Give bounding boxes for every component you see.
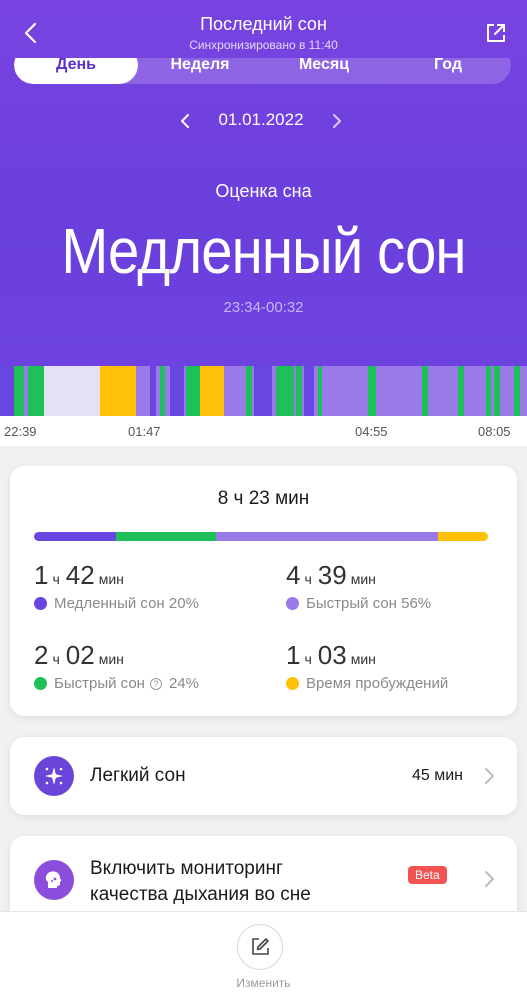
bottom-action-bar: Изменить	[0, 911, 527, 1000]
timeline-segment	[494, 366, 500, 416]
selected-stage-title: Медленный сон	[61, 215, 466, 287]
page-title: Последний сон	[200, 14, 327, 34]
timeline-segment	[514, 366, 520, 416]
edit-icon	[252, 938, 269, 955]
timeline-segment	[254, 366, 272, 416]
next-date-button[interactable]	[324, 108, 350, 134]
chevron-left-icon	[181, 114, 189, 128]
breathing-label-line1: Включить мониторинг	[90, 858, 283, 879]
total-sleep-duration: 8 ч 23 мин	[217, 488, 310, 509]
sleep-summary-card: 8 ч 23 мин 1 ч 42 мин Медленный сон 20% 4ч3…	[10, 466, 517, 716]
legend-dot	[286, 597, 299, 610]
timeline-segment	[150, 366, 156, 416]
breathing-label-line2: качества дыхания во сне	[90, 884, 311, 905]
stat-minutes: 02	[65, 640, 95, 670]
chevron-right-icon	[485, 871, 494, 887]
stat-label: Время пробуждений	[306, 675, 449, 692]
stat-hours-unit: ч	[304, 651, 312, 667]
time-tick: 04:55	[355, 424, 388, 439]
breathing-monitor-label: Включить мониторинг качества дыхания во …	[90, 856, 311, 908]
time-tick: 01:47	[128, 424, 161, 439]
timeline-segment	[28, 366, 44, 416]
hero-header: День Неделя Месяц Год Последний сон Синх…	[0, 0, 527, 366]
stat-deep-sleep: 1 ч 42 мин Медленный сон 20%	[34, 560, 199, 612]
timeline-segment	[200, 366, 224, 416]
stat-fast-sleep: 2 ч 02 мин Быстрый сон? 24%	[34, 640, 199, 692]
timeline-segment	[422, 366, 428, 416]
stat-hours: 4	[286, 560, 301, 590]
help-icon[interactable]: ?	[149, 677, 162, 690]
stat-minutes: 03	[317, 640, 347, 670]
stat-rem-sleep: 4 ч 39 мин Быстрый сон 56%	[286, 560, 431, 612]
stat-hours-unit: ч	[52, 571, 60, 587]
timeline-segment	[304, 366, 314, 416]
stat-label: Быстрый сон 56%	[306, 595, 432, 612]
stat-hours: 2	[34, 640, 49, 670]
light-sleep-card[interactable]: Легкий сон 45 мин	[10, 737, 517, 815]
timeline-segment	[100, 366, 136, 416]
light-sleep-label: Легкий сон	[90, 765, 186, 786]
timeline-segment	[246, 366, 252, 416]
timeline-segment	[44, 366, 100, 416]
stat-percent: 24%	[168, 675, 199, 692]
stage-bar-deep	[34, 532, 116, 541]
stage-bar-fast	[115, 532, 216, 541]
stat-minutes-unit: мин	[98, 651, 124, 667]
score-label: Оценка сна	[215, 181, 312, 201]
share-button[interactable]	[479, 16, 513, 50]
external-share-icon	[487, 24, 505, 42]
stat-minutes: 39	[317, 560, 347, 590]
light-sleep-value: 45 мин	[411, 767, 463, 784]
stage-bar-awake	[438, 532, 488, 541]
sleep-stage-bar	[34, 532, 488, 541]
legend-dot	[34, 677, 47, 690]
current-date[interactable]: 01.01.2022	[200, 110, 322, 130]
sync-status: Синхронизировано в 11:40	[189, 38, 338, 52]
timeline-segment	[170, 366, 184, 416]
timeline-segment	[458, 366, 464, 416]
timeline-segment	[318, 366, 322, 416]
timeline-axis: 22:39 01:47 04:55 08:05	[0, 416, 527, 446]
selected-time-range: 23:34-00:32	[223, 299, 304, 316]
previous-date-button[interactable]	[172, 108, 198, 134]
stat-label: Быстрый сон	[54, 675, 145, 692]
stat-hours: 1	[286, 640, 301, 670]
stat-minutes: 42	[65, 560, 95, 590]
chevron-right-icon	[333, 114, 341, 128]
stat-minutes-unit: мин	[350, 571, 376, 587]
stage-bar-rem	[215, 532, 439, 541]
date-navigator: 01.01.2022	[0, 108, 527, 134]
stat-hours-unit: ч	[304, 571, 312, 587]
time-tick: 08:05	[478, 424, 511, 439]
timeline-segment	[368, 366, 376, 416]
stat-minutes-unit: мин	[350, 651, 376, 667]
legend-dot	[34, 597, 47, 610]
timeline-segment	[0, 366, 14, 416]
stat-awake-time: 1 ч 03 мин Время пробуждений	[286, 640, 448, 692]
sparkle-icon	[34, 756, 74, 796]
beta-badge: Beta	[408, 866, 447, 884]
timeline-segment	[486, 366, 491, 416]
sleep-timeline[interactable]	[0, 366, 527, 416]
stat-minutes-unit: мин	[98, 571, 124, 587]
legend-dot	[286, 677, 299, 690]
breathing-face-icon	[34, 860, 74, 900]
top-bar: Последний сон Синхронизировано в 11:40	[0, 0, 527, 58]
stat-label: Медленный сон 20%	[54, 595, 199, 612]
chevron-right-icon	[485, 768, 494, 784]
timeline-segment	[276, 366, 294, 416]
stat-hours-unit: ч	[52, 651, 60, 667]
time-tick: 22:39	[4, 424, 37, 439]
timeline-segment	[296, 366, 302, 416]
timeline-segment	[160, 366, 165, 416]
edit-button[interactable]	[237, 924, 283, 970]
stat-hours: 1	[34, 560, 49, 590]
edit-label: Изменить	[236, 976, 291, 990]
timeline-segment	[14, 366, 24, 416]
timeline-segment	[186, 366, 200, 416]
